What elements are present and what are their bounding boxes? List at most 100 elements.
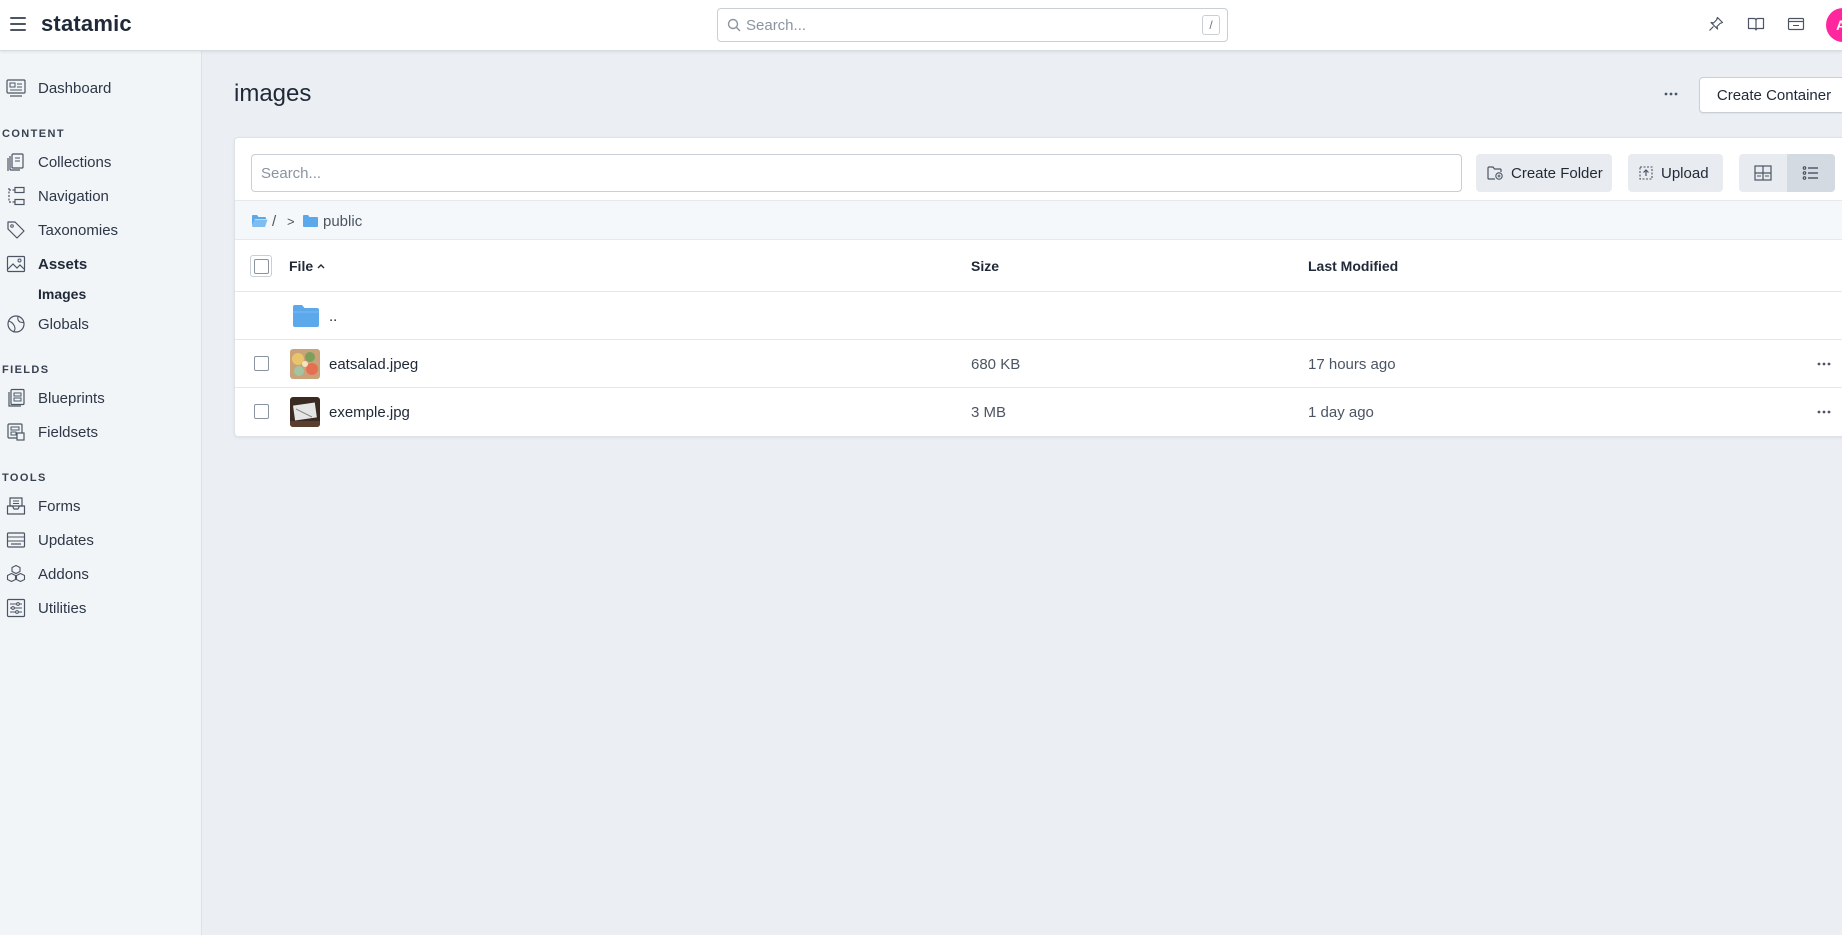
breadcrumb-root-label: / [272, 212, 277, 230]
sidebar-item-label: Taxonomies [38, 221, 119, 239]
sidebar-item-label: Globals [38, 315, 89, 333]
sidebar-item-blueprints[interactable]: Blueprints [0, 385, 105, 411]
sidebar-item-label: Assets [38, 255, 88, 273]
file-size: 3 MB [971, 403, 1007, 421]
sidebar-item-label: Utilities [38, 599, 87, 617]
sidebar-item-label: Updates [38, 531, 94, 549]
create-container-button[interactable]: Create Container [1699, 77, 1842, 113]
sidebar-item-assets[interactable]: Assets [0, 251, 87, 277]
file-modified: 17 hours ago [1308, 355, 1396, 373]
view-mode-toggle [1739, 154, 1835, 192]
sidebar-item-label: Fieldsets [38, 423, 99, 441]
sidebar-item-addons[interactable]: Addons [0, 561, 89, 587]
sidebar-item-navigation[interactable]: Navigation [0, 183, 109, 209]
list-view-icon[interactable] [1787, 154, 1835, 192]
row-more-options-icon[interactable] [1813, 402, 1835, 422]
sidebar-item-forms[interactable]: Forms [0, 493, 81, 519]
folder-add-icon [1487, 166, 1503, 180]
create-folder-button[interactable]: Create Folder [1476, 154, 1612, 192]
sidebar-item-label: Collections [38, 153, 112, 171]
sidebar-subitem-images[interactable]: Images [38, 286, 86, 302]
fieldsets-icon [3, 419, 29, 445]
parent-folder-label: .. [329, 307, 338, 325]
app-logo[interactable]: statamic [41, 11, 132, 37]
column-header-file[interactable]: File [289, 240, 326, 292]
breadcrumb-folder-label: public [323, 212, 363, 230]
table-header: File Size Last Modified [235, 240, 1842, 292]
navigation-sitemap-icon [3, 183, 29, 209]
sidebar-item-label: Addons [38, 565, 89, 583]
row-more-options-icon[interactable] [1813, 354, 1835, 374]
section-heading-content: CONTENT [2, 128, 65, 140]
select-all-checkbox[interactable] [254, 259, 269, 274]
sidebar-item-fieldsets[interactable]: Fieldsets [0, 419, 98, 445]
menu-toggle-icon[interactable] [10, 17, 26, 31]
sidebar: Dashboard CONTENT Collections Navigation… [0, 51, 202, 935]
updates-icon [3, 527, 29, 553]
tag-icon [3, 217, 29, 243]
asset-thumbnail [290, 397, 320, 427]
search-icon [727, 18, 741, 37]
breadcrumb-root[interactable]: / [251, 201, 276, 241]
breadcrumb-separator: > [287, 213, 295, 229]
global-search[interactable]: / [717, 8, 1228, 42]
folder-icon [303, 215, 318, 227]
row-checkbox[interactable] [254, 404, 269, 419]
sidebar-item-utilities[interactable]: Utilities [0, 595, 86, 621]
sidebar-item-label: Forms [38, 497, 81, 515]
top-bar: statamic / A [0, 0, 1842, 51]
file-size: 680 KB [971, 355, 1021, 373]
forms-inbox-icon [3, 493, 29, 519]
select-all-wrapper [250, 255, 272, 277]
page-more-options-icon[interactable] [1660, 84, 1682, 104]
sidebar-item-globals[interactable]: Globals [0, 311, 89, 337]
upload-icon [1639, 166, 1653, 180]
upload-label: Upload [1661, 164, 1709, 182]
table-row[interactable]: eatsalad.jpeg 680 KB 17 hours ago [235, 340, 1842, 388]
docs-book-icon[interactable] [1746, 14, 1766, 34]
folder-open-icon [252, 215, 268, 227]
row-checkbox[interactable] [254, 356, 269, 371]
asset-search[interactable] [251, 154, 1462, 192]
column-header-modified[interactable]: Last Modified [1308, 240, 1398, 292]
sidebar-item-dashboard[interactable]: Dashboard [0, 75, 111, 101]
sidebar-item-label: Dashboard [38, 79, 112, 97]
blueprints-icon [3, 385, 29, 411]
assets-image-icon [3, 251, 29, 277]
column-header-size[interactable]: Size [971, 240, 999, 292]
sidebar-item-label: Blueprints [38, 389, 105, 407]
sidebar-item-label: Navigation [38, 187, 109, 205]
sidebar-item-collections[interactable]: Collections [0, 149, 111, 175]
pin-icon[interactable] [1706, 14, 1726, 34]
grid-view-icon[interactable] [1739, 154, 1787, 192]
parent-folder-row[interactable]: .. [235, 292, 1842, 340]
sidebar-item-updates[interactable]: Updates [0, 527, 94, 553]
section-heading-tools: TOOLS [2, 472, 47, 484]
global-search-input[interactable] [746, 9, 1186, 41]
site-preview-icon[interactable] [1786, 14, 1806, 34]
dashboard-icon [3, 75, 29, 101]
collections-icon [3, 149, 29, 175]
section-heading-fields: FIELDS [2, 364, 50, 376]
breadcrumb-folder-public[interactable]: public [302, 201, 362, 241]
column-header-file-label: File [289, 258, 314, 274]
sort-ascending-icon [317, 264, 325, 269]
file-modified: 1 day ago [1308, 403, 1374, 421]
create-folder-label: Create Folder [1511, 164, 1603, 182]
sidebar-item-taxonomies[interactable]: Taxonomies [0, 217, 118, 243]
search-shortcut-badge: / [1202, 15, 1220, 35]
asset-search-input[interactable] [252, 155, 1461, 191]
asset-browser: Create Folder Upload / > public File [234, 137, 1842, 437]
breadcrumb: / > public [235, 200, 1842, 240]
asset-thumbnail [290, 349, 320, 379]
utilities-sliders-icon [3, 595, 29, 621]
table-row[interactable]: exemple.jpg 3 MB 1 day ago [235, 388, 1842, 436]
folder-icon [293, 305, 319, 327]
page-title: images [234, 80, 312, 107]
file-name[interactable]: exemple.jpg [329, 388, 410, 436]
file-name[interactable]: eatsalad.jpeg [329, 340, 418, 388]
upload-button[interactable]: Upload [1628, 154, 1723, 192]
user-avatar[interactable]: A [1826, 8, 1842, 42]
globe-icon [3, 311, 29, 337]
addons-boxes-icon [3, 561, 29, 587]
